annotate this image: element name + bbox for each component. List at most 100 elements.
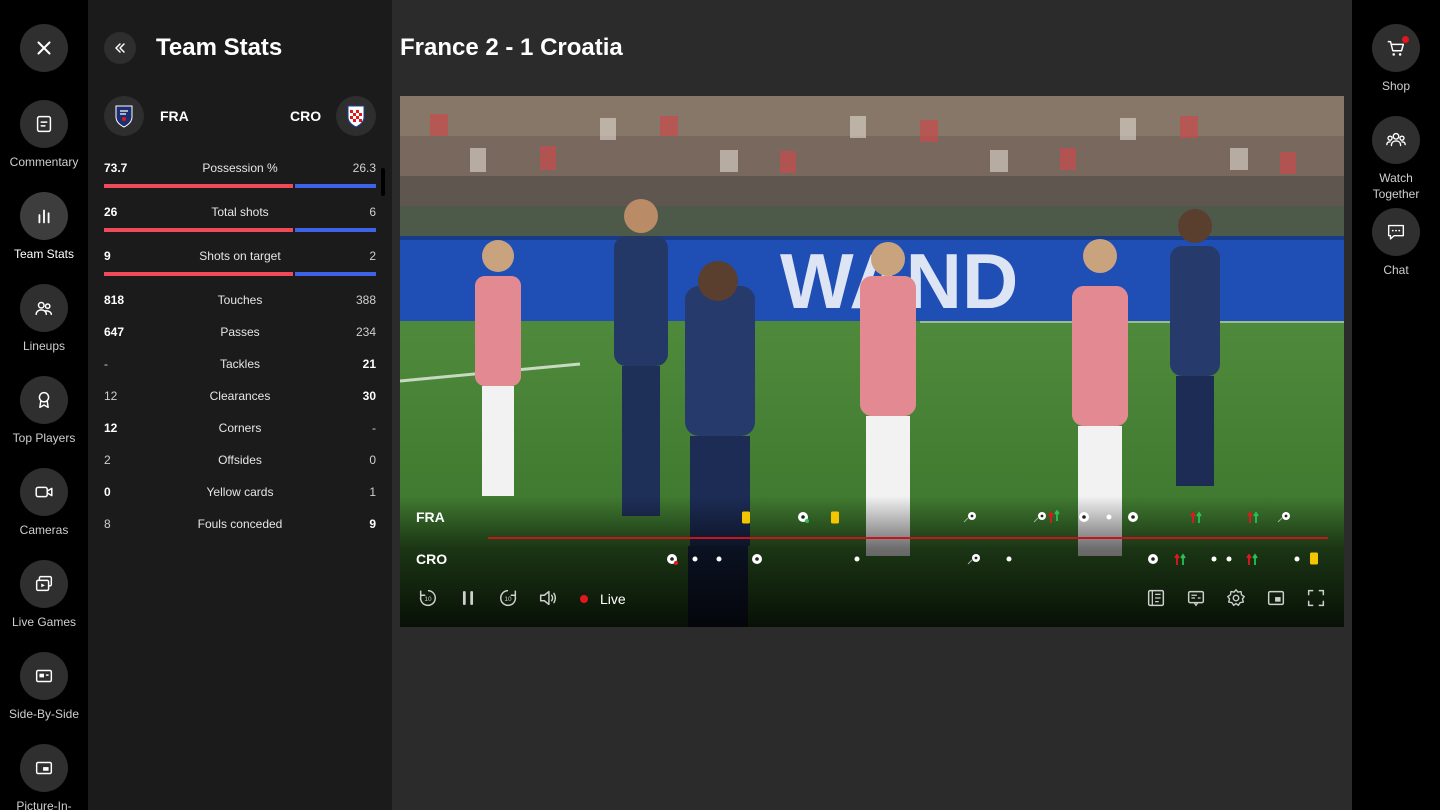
live-label[interactable]: Live: [600, 591, 626, 607]
timeline-home-label: FRA: [416, 509, 445, 525]
collapse-panel-button[interactable]: [104, 32, 136, 64]
nav-cameras[interactable]: Cameras: [0, 468, 88, 538]
stat-label: Fouls conceded: [197, 517, 283, 531]
picture-in-picture-button[interactable]: [1264, 586, 1288, 610]
event-dot[interactable]: [1226, 556, 1232, 562]
forward-10-button[interactable]: 10: [496, 586, 520, 610]
timeline-progress-bar[interactable]: [488, 537, 1328, 539]
goal-ball-icon[interactable]: [751, 553, 763, 565]
yellow-card-icon[interactable]: [830, 511, 840, 524]
nav-side-by-side[interactable]: Side-By-Side: [0, 652, 88, 722]
home-share-bar: [104, 184, 293, 188]
subtitles-icon: [1187, 590, 1205, 607]
timeline-away-label: CRO: [416, 551, 448, 567]
stat-label: Passes: [220, 325, 260, 339]
pip-icon: [1267, 590, 1285, 606]
event-dot[interactable]: [1006, 556, 1012, 562]
nav-commentary[interactable]: Commentary: [0, 100, 88, 170]
event-dot[interactable]: [1294, 556, 1300, 562]
close-button[interactable]: [0, 24, 88, 72]
team-stats-panel: Team Stats FRA CRO 73.7 Possession % 26.3 2…: [88, 0, 392, 810]
group-icon: [1386, 132, 1406, 147]
event-dot[interactable]: [692, 556, 698, 562]
close-circle[interactable]: [20, 24, 68, 72]
left-nav: Commentary Team Stats Lineups Top Player…: [0, 0, 88, 810]
goal-ball-icon[interactable]: [797, 511, 809, 523]
away-share-bar: [295, 184, 376, 188]
double-chevron-left-icon: [115, 43, 125, 53]
stat-label: Corners: [218, 421, 262, 435]
award-icon: [38, 391, 50, 409]
pause-icon: [462, 591, 474, 605]
pause-button[interactable]: [456, 586, 480, 610]
event-dot[interactable]: [854, 556, 860, 562]
stat-label: Total shots: [211, 205, 269, 219]
bar-chart-icon: [38, 209, 50, 224]
away-team-abbr: CRO: [290, 108, 322, 124]
substitution-icon[interactable]: [1047, 510, 1061, 524]
stat-row: - Tackles 21: [104, 354, 376, 374]
away-stat-value: 234: [355, 325, 376, 339]
home-share-bar: [104, 272, 293, 276]
stat-label: Clearances: [209, 389, 271, 403]
stat-row: 8 Fouls conceded 9: [104, 514, 376, 534]
forward-10-icon: 10: [500, 589, 517, 606]
shot-icon[interactable]: [967, 553, 981, 565]
stat-row: 12 Corners -: [104, 418, 376, 438]
substitution-icon[interactable]: [1173, 552, 1187, 566]
nav-team-stats[interactable]: Team Stats: [0, 192, 88, 262]
video-player[interactable]: WAND FRA CRO: [400, 96, 1344, 627]
scoreboard-icon: [1147, 589, 1165, 607]
goal-ball-icon[interactable]: [1127, 511, 1139, 523]
close-icon: [37, 41, 51, 55]
yellow-card-icon[interactable]: [1309, 552, 1319, 565]
away-share-bar: [295, 272, 376, 276]
watch-together-button[interactable]: Watch Together: [1352, 116, 1440, 202]
away-stat-value: 21: [362, 357, 376, 371]
goal-ball-icon[interactable]: [1147, 553, 1159, 565]
goal-ball-icon[interactable]: [666, 553, 678, 565]
nav-top-players[interactable]: Top Players: [0, 376, 88, 446]
right-nav: Shop Watch Together Chat: [1352, 0, 1440, 810]
side-by-side-icon: [35, 669, 53, 683]
event-dot[interactable]: [1106, 514, 1112, 520]
away-stat-value: 388: [355, 293, 376, 307]
live-indicator-dot: [580, 595, 588, 603]
stat-row: 9 Shots on target 2: [104, 246, 376, 276]
speaker-icon: [539, 590, 557, 606]
goal-ball-icon[interactable]: [1078, 511, 1090, 523]
shot-icon[interactable]: [1033, 511, 1047, 523]
shop-button[interactable]: Shop: [1352, 24, 1440, 94]
chat-button[interactable]: Chat: [1352, 208, 1440, 278]
stat-row: 26 Total shots 6: [104, 202, 376, 232]
settings-button[interactable]: [1224, 586, 1248, 610]
substitution-icon[interactable]: [1189, 510, 1203, 524]
stat-row: 0 Yellow cards 1: [104, 482, 376, 502]
shop-label: Shop: [1381, 79, 1411, 93]
subtitles-button[interactable]: [1184, 586, 1208, 610]
volume-button[interactable]: [536, 586, 560, 610]
shot-icon[interactable]: [963, 511, 977, 523]
stat-label: Shots on target: [199, 249, 281, 263]
away-stat-value: 1: [369, 485, 376, 499]
stat-label: Touches: [217, 293, 263, 307]
stats-overlay-button[interactable]: [1144, 586, 1168, 610]
stat-label: Tackles: [219, 357, 260, 371]
away-share-bar: [295, 228, 376, 232]
substitution-icon[interactable]: [1245, 552, 1259, 566]
substitution-icon[interactable]: [1246, 510, 1260, 524]
fff-crest-icon: [115, 105, 133, 128]
scrollbar-thumb[interactable]: [381, 168, 385, 196]
yellow-card-icon[interactable]: [741, 511, 751, 524]
shot-icon[interactable]: [1277, 511, 1291, 523]
nav-picture-in-picture[interactable]: Picture-In-: [0, 744, 88, 810]
fullscreen-button[interactable]: [1304, 586, 1328, 610]
hns-crest-icon: [347, 105, 365, 128]
event-dot[interactable]: [716, 556, 722, 562]
svg-text:10: 10: [504, 596, 512, 603]
nav-lineups[interactable]: Lineups: [0, 284, 88, 354]
people-icon: [35, 301, 53, 316]
nav-live-games[interactable]: Live Games: [0, 560, 88, 630]
rewind-10-button[interactable]: 10: [416, 586, 440, 610]
event-dot[interactable]: [1211, 556, 1217, 562]
